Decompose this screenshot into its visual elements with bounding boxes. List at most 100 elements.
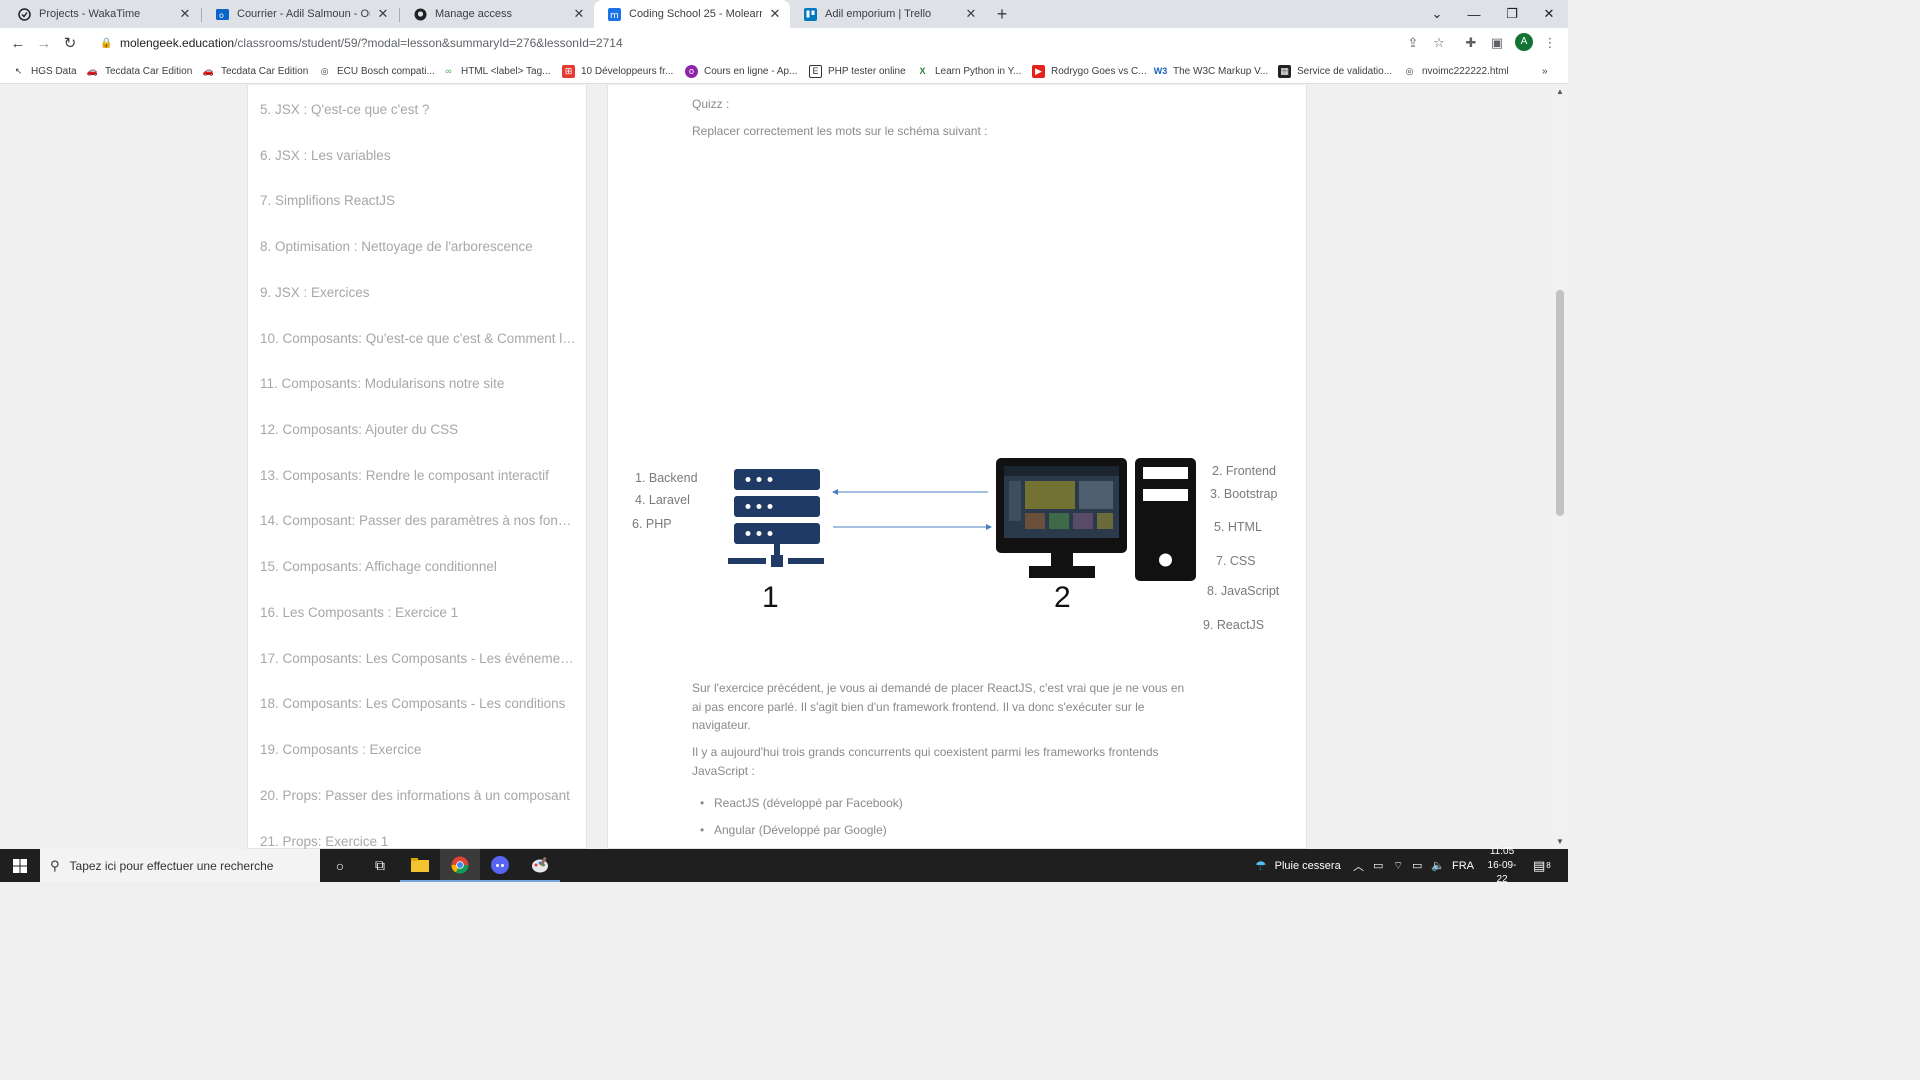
bookmark-item[interactable]: ▶ Rodrygo Goes vs C... xyxy=(1032,62,1147,80)
diagram-word: 2. Frontend xyxy=(1212,464,1276,478)
lesson-item[interactable]: 5. JSX : Q'est-ce que c'est ? xyxy=(260,102,578,117)
outlook-icon: o xyxy=(216,8,229,21)
close-tab-icon[interactable]: ✕ xyxy=(376,6,390,22)
bookmark-item[interactable]: 🚗 Tecdata Car Edition xyxy=(202,62,308,80)
lesson-item[interactable]: 17. Composants: Les Composants - Les évé… xyxy=(260,651,578,666)
discord-icon[interactable] xyxy=(480,849,520,882)
battery-icon[interactable]: ▭ xyxy=(1412,849,1422,882)
lesson-item[interactable]: 11. Composants: Modularisons notre site xyxy=(260,376,578,391)
lesson-item[interactable]: 19. Composants : Exercice xyxy=(260,742,578,757)
new-tab-button[interactable]: + xyxy=(992,4,1012,24)
chrome-icon[interactable] xyxy=(440,849,480,882)
task-view-icon[interactable]: ⧉ xyxy=(360,849,400,882)
connection-arrows xyxy=(832,489,992,530)
diagram-word: 5. HTML xyxy=(1214,520,1262,534)
bookmark-item[interactable]: ⊞ 10 Développeurs fr... xyxy=(562,62,673,80)
reload-icon[interactable]: ↻ xyxy=(60,33,80,53)
file-explorer-icon[interactable] xyxy=(400,849,440,882)
back-arrow-icon[interactable]: ← xyxy=(8,33,28,53)
extensions-icon[interactable]: ✚ xyxy=(1461,33,1481,53)
diagram-word: 3. Bootstrap xyxy=(1210,487,1278,501)
volume-icon[interactable]: 🔈 xyxy=(1431,849,1445,882)
lesson-item[interactable]: 15. Composants: Affichage conditionnel xyxy=(260,559,578,574)
windows-start-icon[interactable] xyxy=(0,849,40,882)
paint-icon[interactable] xyxy=(520,849,560,882)
cortana-icon[interactable]: ○ xyxy=(320,849,360,882)
tab-wakatime[interactable]: Projects - WakaTime ✕ xyxy=(4,0,200,28)
lesson-item[interactable]: 8. Optimisation : Nettoyage de l'arbores… xyxy=(260,239,578,254)
bookmark-item[interactable]: ↖ HGS Data xyxy=(12,62,77,80)
clock[interactable]: 11:05 16-09-22 xyxy=(1482,846,1522,885)
lesson-item[interactable]: 21. Props: Exercice 1 xyxy=(260,834,578,849)
more-bookmarks-icon[interactable]: » xyxy=(1542,62,1548,80)
bookmark-item[interactable]: ∞ HTML <label> Tag... xyxy=(442,62,550,80)
trello-icon xyxy=(804,7,817,21)
bookmark-item[interactable]: W3 The W3C Markup V... xyxy=(1154,62,1268,80)
php-tester-icon: E xyxy=(809,64,822,78)
tab-trello[interactable]: Adil emporium | Trello ✕ xyxy=(790,0,986,28)
bookmark-item[interactable]: ◎ ECU Bosch compati... xyxy=(318,62,435,80)
quiz-title: Quizz : xyxy=(692,97,730,111)
page-scrollbar[interactable]: ▲ ▼ xyxy=(1552,85,1568,849)
bullet-item: Angular (Développé par Google) xyxy=(714,823,887,837)
w3c-icon: W3 xyxy=(1153,66,1168,76)
diagram-word: 6. PHP xyxy=(632,517,672,531)
globe-icon: ◎ xyxy=(1405,65,1414,76)
computer-icon xyxy=(996,458,1196,581)
bookmark-item[interactable]: o Cours en ligne - Ap... xyxy=(685,62,797,80)
notifications-icon[interactable]: ▤ 8 xyxy=(1533,849,1551,882)
lesson-item[interactable]: 18. Composants: Les Composants - Les con… xyxy=(260,696,578,711)
close-tab-icon[interactable]: ✕ xyxy=(178,6,192,22)
lesson-item[interactable]: 20. Props: Passer des informations à un … xyxy=(260,788,578,803)
bookmark-item[interactable]: 🚗 Tecdata Car Edition xyxy=(86,62,192,80)
taskbar-search-input[interactable]: ⚲ Tapez ici pour effectuer une recherche xyxy=(40,849,320,882)
lesson-item[interactable]: 6. JSX : Les variables xyxy=(260,148,578,163)
paragraph-line: navigateur. xyxy=(692,718,751,732)
bookmark-item[interactable]: ▦ Service de validatio... xyxy=(1278,62,1392,80)
language-indicator[interactable]: FRA xyxy=(1452,849,1474,882)
lesson-item[interactable]: 13. Composants: Rendre le composant inte… xyxy=(260,468,578,483)
url-text: molengeek.education/classrooms/student/5… xyxy=(120,36,623,50)
scroll-thumb[interactable] xyxy=(1556,290,1564,516)
lesson-item[interactable]: 14. Composant: Passer des paramètres à n… xyxy=(260,513,578,528)
bookmark-item[interactable]: ◎ nvoimc222222.html xyxy=(1403,62,1509,80)
share-icon[interactable]: ⇪ xyxy=(1403,33,1423,53)
star-icon[interactable]: ☆ xyxy=(1429,33,1449,53)
close-tab-icon[interactable]: ✕ xyxy=(768,6,782,22)
wifi-icon[interactable]: ⌔ xyxy=(1393,849,1403,882)
forward-arrow-icon[interactable]: → xyxy=(34,33,54,53)
lesson-item[interactable]: 16. Les Composants : Exercice 1 xyxy=(260,605,578,620)
scroll-down-icon[interactable]: ▼ xyxy=(1556,837,1564,846)
clock-time: 11:05 xyxy=(1489,845,1515,857)
side-panel-icon[interactable]: ▣ xyxy=(1487,33,1507,53)
minimize-button[interactable]: — xyxy=(1455,0,1493,28)
bookmark-red-icon: ⊞ xyxy=(562,64,575,78)
restore-button[interactable]: ❐ xyxy=(1493,0,1531,28)
bookmark-item[interactable]: E PHP tester online xyxy=(809,62,906,80)
lock-icon: 🔒 xyxy=(100,37,113,49)
tab-outlook[interactable]: o Courrier - Adil Salmoun - Outlook ✕ xyxy=(202,0,398,28)
learn-x-icon: X xyxy=(919,66,926,76)
bookmark-item[interactable]: X Learn Python in Y... xyxy=(916,62,1021,80)
close-window-button[interactable]: ✕ xyxy=(1530,0,1568,28)
lesson-item[interactable]: 9. JSX : Exercices xyxy=(260,285,578,300)
close-tab-icon[interactable]: ✕ xyxy=(964,6,978,22)
tab-github[interactable]: Manage access ✕ xyxy=(400,0,594,28)
meet-icon[interactable]: ▭ xyxy=(1373,849,1383,882)
lesson-item[interactable]: 7. Simplifions ReactJS xyxy=(260,193,578,208)
tray-chevron-icon[interactable]: ︿ xyxy=(1353,849,1364,882)
lesson-item[interactable]: 12. Composants: Ajouter du CSS xyxy=(260,422,578,437)
diagram-word: 8. JavaScript xyxy=(1207,584,1280,598)
scroll-up-icon[interactable]: ▲ xyxy=(1556,87,1564,96)
avatar[interactable]: A xyxy=(1515,33,1533,51)
address-bar[interactable]: 🔒 molengeek.education/classrooms/student… xyxy=(88,31,1456,55)
close-tab-icon[interactable]: ✕ xyxy=(572,6,586,22)
lesson-item[interactable]: 10. Composants: Qu'est-ce que c'est & Co… xyxy=(260,331,578,346)
paragraph-line: Sur l'exercice précédent, je vous ai dem… xyxy=(692,681,1185,695)
menu-icon[interactable]: ⋮ xyxy=(1540,33,1560,53)
tab-search-icon[interactable]: ⌄ xyxy=(1418,0,1456,28)
tab-molearning[interactable]: m Coding School 25 - Molearning ✕ xyxy=(594,0,790,28)
weather-widget[interactable]: ☂ Pluie cessera xyxy=(1255,849,1341,882)
bullet-dot: • xyxy=(700,796,705,810)
bookmarks-bar: ↖ HGS Data 🚗 Tecdata Car Edition 🚗 Tecdata … xyxy=(0,58,1568,84)
